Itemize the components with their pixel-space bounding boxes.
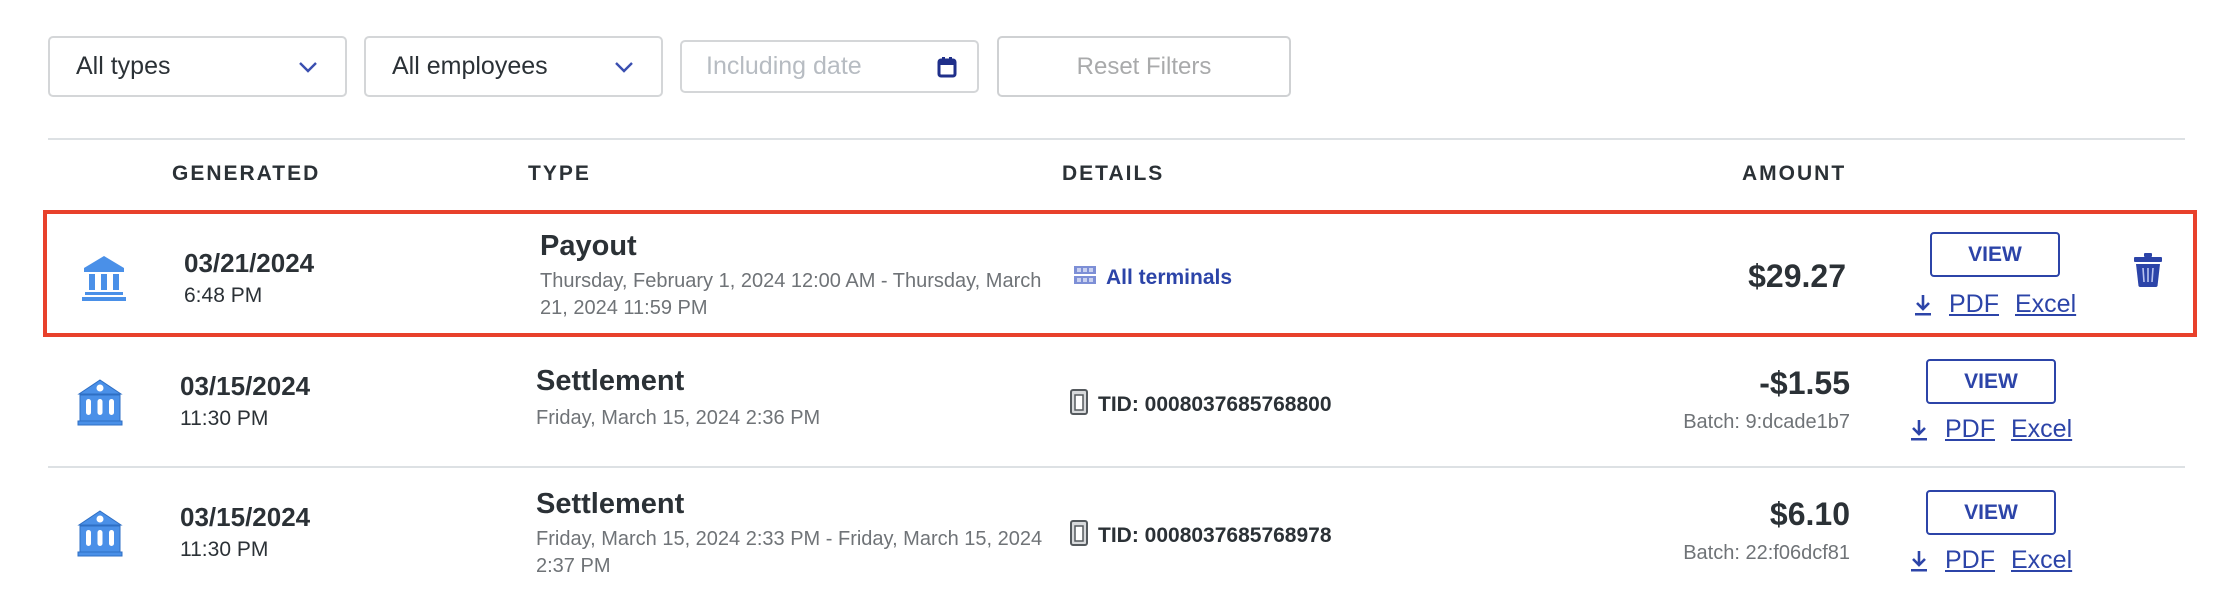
generated-date: 03/21/2024 [184,248,315,278]
details-text: TID: 0008037685768978 [1098,524,1332,547]
download-icon[interactable] [1909,418,1929,442]
generated-time: 6:48 PM [184,284,263,307]
report-period: Friday, March 15, 2024 2:36 PM [536,407,821,429]
type-filter-value: All types [76,52,171,80]
terminals-grid-icon [1074,264,1096,292]
details-text[interactable]: All terminals [1106,266,1232,290]
details-text: TID: 0008037685768800 [1098,393,1332,416]
batch-id: Batch: 22:f06dcf81 [1683,542,1850,564]
column-header-generated[interactable]: GENERATED [172,162,320,186]
report-type: Settlement [536,365,685,397]
chevron-down-icon [613,56,635,78]
view-button[interactable]: VIEW [1930,232,2060,277]
bank-icon [75,377,125,427]
report-type: Settlement [536,488,685,520]
details: TID: 0008037685768800 [1070,389,1332,421]
details: TID: 0008037685768978 [1070,520,1332,552]
pdf-link[interactable]: PDF [1945,546,1995,575]
excel-link[interactable]: Excel [2015,290,2076,319]
employee-filter-value: All employees [392,52,548,80]
trash-icon[interactable] [2133,252,2163,288]
date-filter-input[interactable] [706,52,937,81]
generated-time: 11:30 PM [180,538,269,561]
excel-link[interactable]: Excel [2011,546,2072,575]
bank-icon [79,252,129,302]
pdf-link[interactable]: PDF [1949,290,1999,319]
amount: $29.27 [1748,258,1846,294]
excel-link[interactable]: Excel [2011,415,2072,444]
report-type: Payout [540,230,637,262]
column-header-amount[interactable]: AMOUNT [1742,162,1846,186]
table-row[interactable]: 03/15/2024 11:30 PM Settlement Friday, M… [43,468,2197,596]
employee-filter-select[interactable]: All employees [364,36,663,97]
amount: -$1.55 [1759,365,1850,401]
download-links: PDF Excel [1909,415,2072,444]
reset-filters-button[interactable]: Reset Filters [997,36,1291,97]
bank-icon [75,508,125,558]
column-header-details[interactable]: DETAILS [1062,162,1164,186]
download-links: PDF Excel [1909,546,2072,575]
download-links: PDF Excel [1913,290,2076,319]
generated-date: 03/15/2024 [180,371,311,401]
table-row[interactable]: 03/15/2024 11:30 PM Settlement Friday, M… [43,337,2197,466]
column-header-type[interactable]: TYPE [528,162,591,186]
view-button[interactable]: VIEW [1926,359,2056,404]
type-filter-select[interactable]: All types [48,36,347,97]
calendar-icon[interactable] [937,56,957,78]
download-icon[interactable] [1913,293,1933,317]
download-icon[interactable] [1909,549,1929,573]
date-filter[interactable] [680,40,979,93]
details[interactable]: All terminals [1074,264,1232,292]
amount: $6.10 [1769,496,1850,532]
pdf-link[interactable]: PDF [1945,415,1995,444]
report-period: Thursday, February 1, 2024 12:00 AM - Th… [540,270,1042,319]
batch-id: Batch: 9:dcade1b7 [1683,411,1850,433]
generated-date: 03/15/2024 [180,502,311,532]
terminal-device-icon [1070,520,1088,552]
header-divider [48,138,2185,140]
table-row[interactable]: 03/21/2024 6:48 PM Payout Thursday, Febr… [43,210,2197,337]
chevron-down-icon [297,56,319,78]
view-button[interactable]: VIEW [1926,490,2056,535]
report-period: Friday, March 15, 2024 2:33 PM - Friday,… [536,528,1043,577]
terminal-device-icon [1070,389,1088,421]
generated-time: 11:30 PM [180,407,269,430]
